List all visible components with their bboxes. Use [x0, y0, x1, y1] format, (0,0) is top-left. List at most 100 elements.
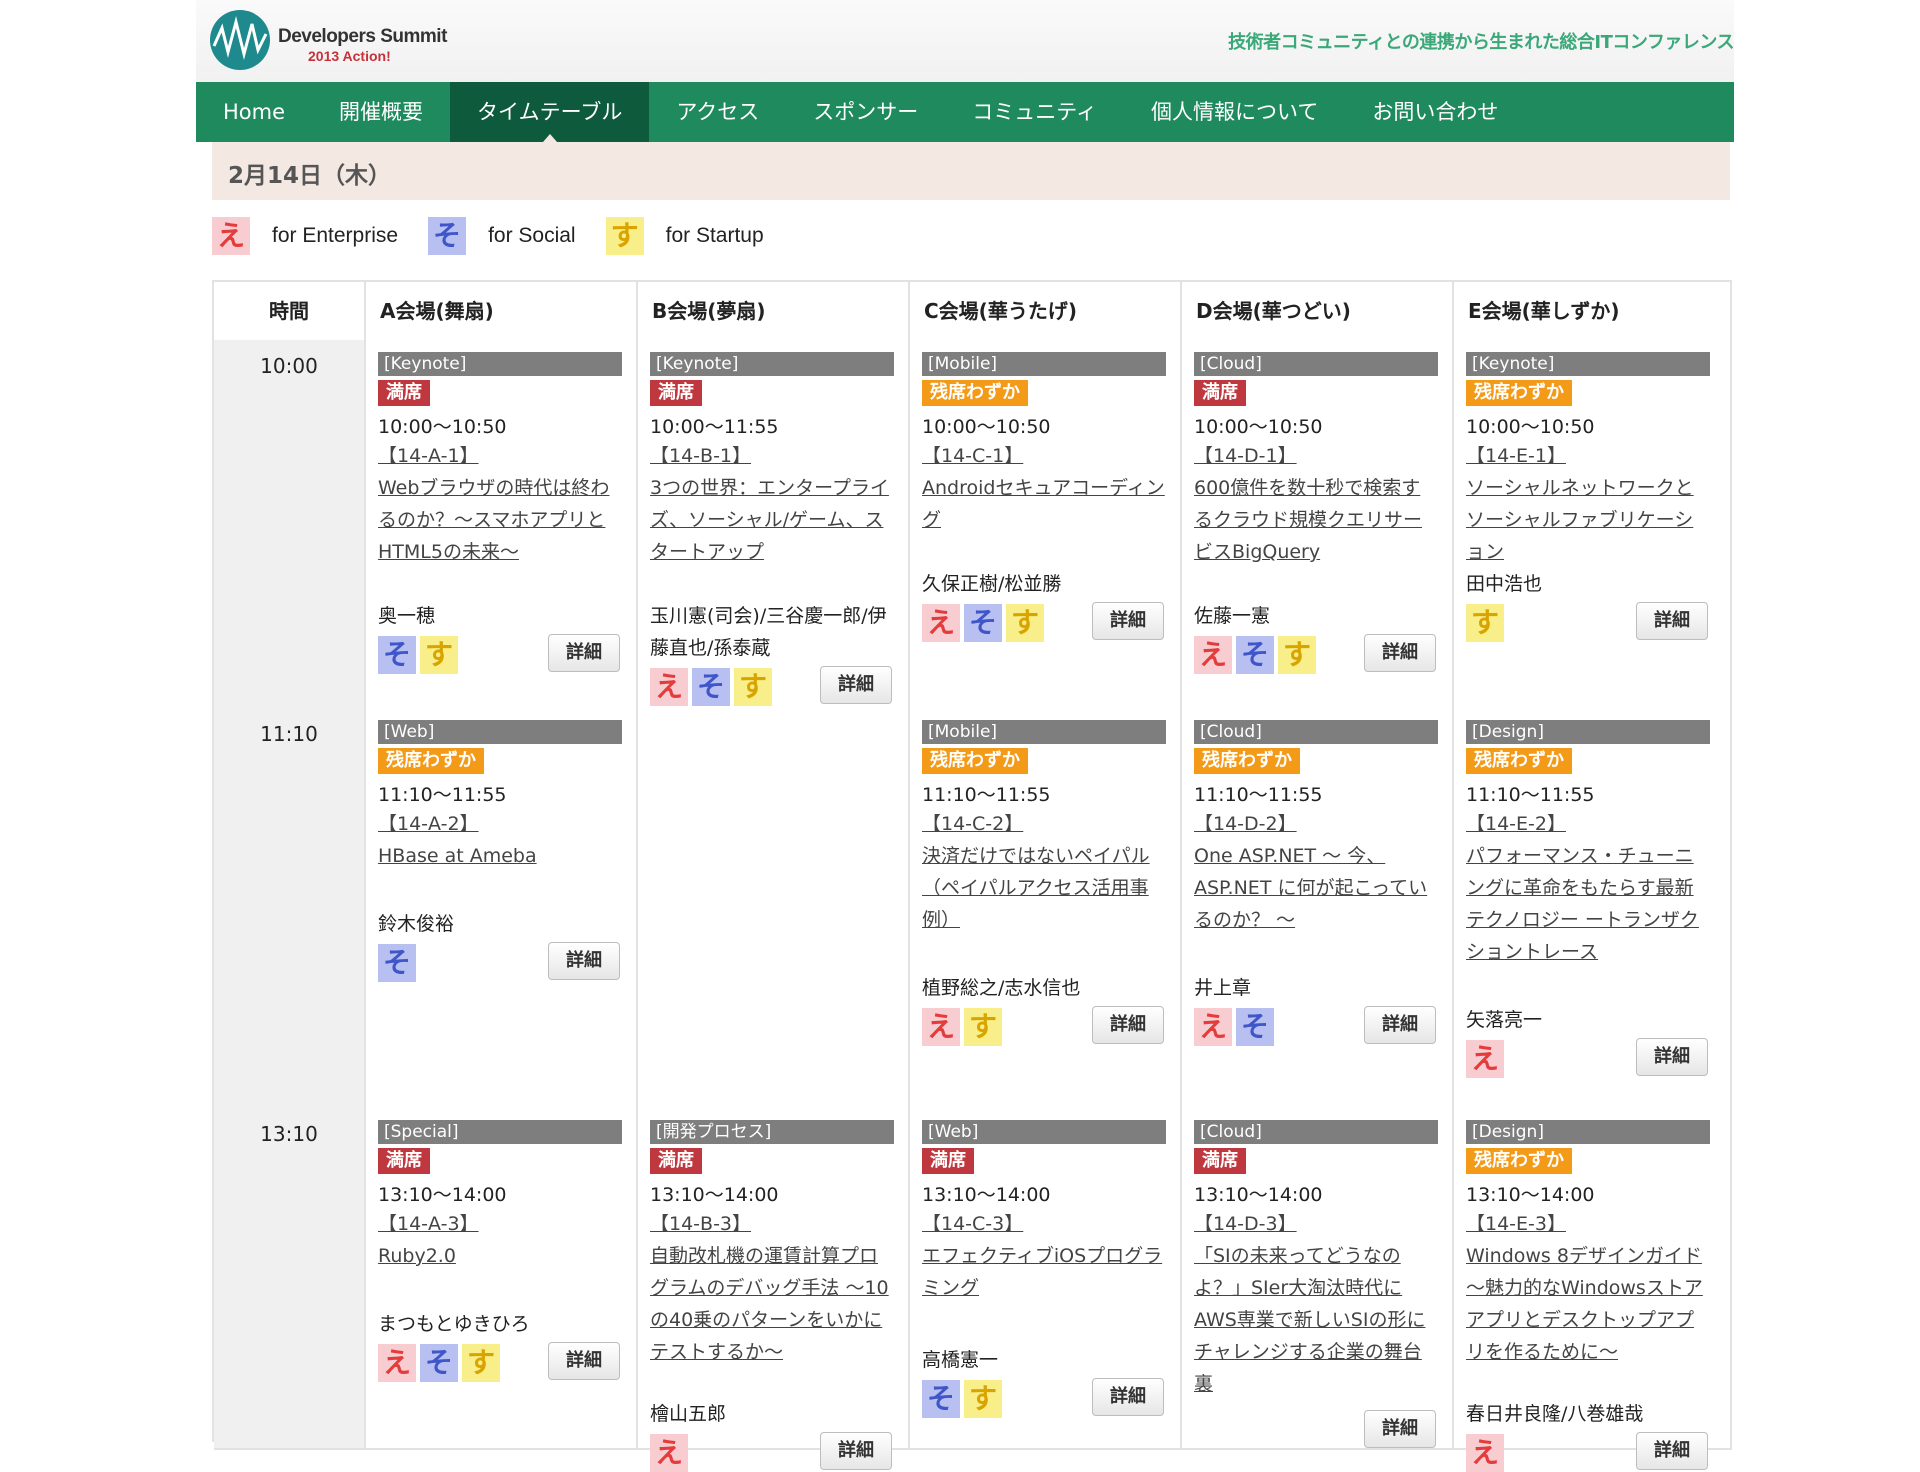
detail-button[interactable]: 詳細 — [1636, 602, 1708, 640]
few-seats-badge: 残席わずか — [1466, 380, 1572, 406]
nav-item-1[interactable]: Home — [196, 82, 312, 142]
session-title-link[interactable]: 自動改札機の運賃計算プログラムのデバッグ手法 〜10の40乗のパターンをいかにテ… — [650, 1240, 894, 1368]
speaker-name: 鈴木俊裕 — [378, 913, 455, 935]
track-label: [Design] — [1466, 720, 1710, 744]
nav-item-3[interactable]: タイムテーブル — [450, 82, 650, 142]
session-cell: [Web] 満席 13:10〜14:00 【14-C-3】 エフェクティブiOSプログラ… — [910, 1108, 1182, 1448]
session-title-link[interactable]: HBase at Ameba — [378, 840, 622, 872]
time-column-header: 時間 — [214, 282, 366, 340]
session-title-link[interactable]: Ruby2.0 — [378, 1240, 622, 1272]
speaker-name: 高橋憲一 — [922, 1349, 999, 1371]
social-tag-icon: そ — [378, 944, 416, 982]
session-time: 13:10〜14:00 — [922, 1184, 1051, 1206]
session-code: 【14-E-2】 — [1466, 813, 1566, 835]
startup-tag-icon: す — [420, 636, 458, 674]
nav-item-8[interactable]: お問い合わせ — [1345, 82, 1525, 142]
detail-button[interactable]: 詳細 — [1092, 602, 1164, 640]
session-cell — [638, 708, 910, 1108]
audience-tags: えそす 詳細 — [922, 602, 1166, 642]
session-title-link[interactable]: 3つの世界：エンタープライズ、ソーシャル/ゲーム、スタートアップ — [650, 472, 894, 568]
nav-item-4[interactable]: アクセス — [649, 82, 786, 142]
room-header-C: C会場(華うたげ) — [910, 282, 1182, 340]
session-cell: [Mobile] 残席わずか 11:10〜11:55 【14-C-2】 決済だけではない… — [910, 708, 1182, 1108]
startup-tag-icon: す — [1278, 636, 1316, 674]
logo-subtitle: 2013 Action! — [308, 48, 391, 64]
session-info: [Keynote] 満席 10:00〜10:50 【14-A-1】 Webブラウザの時代… — [378, 352, 622, 568]
speaker-name: 植野総之/志水信也 — [922, 977, 1081, 999]
detail-button[interactable]: 詳細 — [1364, 634, 1436, 672]
time-slot-label: 13:10 — [214, 1108, 366, 1448]
session-time: 10:00〜11:55 — [650, 416, 779, 438]
enterprise-tag-icon: え — [1194, 636, 1232, 674]
detail-button[interactable]: 詳細 — [1092, 1006, 1164, 1044]
session-code: 【14-C-2】 — [922, 813, 1024, 835]
detail-button[interactable]: 詳細 — [548, 634, 620, 672]
logo-wordmark[interactable]: Developers Summit 2013 Action! — [278, 26, 447, 64]
startup-tag-icon: す — [605, 217, 644, 255]
session-cell: [Cloud] 満席 10:00〜10:50 【14-D-1】 600億件を数十秒で検索… — [1182, 340, 1454, 708]
speaker-name: 久保正樹/松並勝 — [922, 573, 1062, 595]
room-header-B: B会場(夢扇) — [638, 282, 910, 340]
sold-out-badge: 満席 — [650, 1148, 702, 1174]
few-seats-badge: 残席わずか — [1466, 1148, 1572, 1174]
detail-button[interactable]: 詳細 — [1364, 1410, 1436, 1448]
time-slot-label: 10:00 — [214, 340, 366, 708]
startup-tag-icon: す — [734, 668, 772, 706]
sold-out-badge: 満席 — [1194, 1148, 1246, 1174]
session-info: [Mobile] 残席わずか 10:00〜10:50 【14-C-1】 Androidセ… — [922, 352, 1166, 536]
few-seats-badge: 残席わずか — [922, 748, 1028, 774]
enterprise-tag-icon: え — [1466, 1040, 1504, 1078]
logo-title: Developers Summit — [278, 26, 447, 47]
detail-button[interactable]: 詳細 — [1092, 1378, 1164, 1416]
speaker-name: 矢落亮一 — [1466, 1009, 1543, 1031]
session-info: [Keynote] 満席 10:00〜11:55 【14-B-1】 3つの世界：エンター… — [650, 352, 894, 568]
logo-icon[interactable] — [208, 8, 272, 72]
session-title-link[interactable]: Webブラウザの時代は終わるのか？〜スマホアプリとHTML5の未来〜 — [378, 472, 622, 568]
startup-tag-icon: す — [462, 1344, 500, 1382]
detail-button[interactable]: 詳細 — [548, 942, 620, 980]
audience-tags: えそす 詳細 — [378, 1342, 622, 1382]
enterprise-tag-icon: え — [650, 668, 688, 706]
session-code: 【14-E-1】 — [1466, 445, 1566, 467]
enterprise-tag-icon: え — [378, 1344, 416, 1382]
session-time: 13:10〜14:00 — [1466, 1184, 1595, 1206]
session-cell: [Keynote] 満席 10:00〜11:55 【14-B-1】 3つの世界：エンター… — [638, 340, 910, 708]
track-label: [Keynote] — [378, 352, 622, 376]
sold-out-badge: 満席 — [1194, 380, 1246, 406]
nav-item-2[interactable]: 開催概要 — [312, 82, 450, 142]
speaker-name: まつもとゆきひろ — [378, 1313, 530, 1335]
sold-out-badge: 満席 — [650, 380, 702, 406]
nav-item-5[interactable]: スポンサー — [786, 82, 945, 142]
detail-button[interactable]: 詳細 — [820, 1432, 892, 1470]
session-footer: 久保正樹/松並勝えそす 詳細 — [922, 568, 1166, 642]
session-title-link[interactable]: 決済だけではないペイパル（ペイパルアクセス活用事例） — [922, 840, 1166, 936]
social-tag-icon: そ — [692, 668, 730, 706]
session-title-link[interactable]: ソーシャルネットワークとソーシャルファブリケーション — [1466, 472, 1710, 568]
enterprise-tag-icon: え — [212, 217, 250, 255]
detail-button[interactable]: 詳細 — [1364, 1006, 1436, 1044]
session-title-link[interactable]: 「SIの未来ってどうなの よ？」SIer大淘汰時代にAWS専業で新しいSIの形に… — [1194, 1240, 1438, 1400]
session-cell: [Cloud] 満席 13:10〜14:00 【14-D-3】 「SIの未来ってどうなの… — [1182, 1108, 1454, 1448]
session-info: [Design] 残席わずか 13:10〜14:00 【14-E-3】 Windows … — [1466, 1120, 1710, 1368]
detail-button[interactable]: 詳細 — [1636, 1038, 1708, 1076]
session-title-link[interactable]: Windows 8デザインガイド 〜魅力的なWindowsストアアプリとデスクト… — [1466, 1240, 1710, 1368]
detail-button[interactable]: 詳細 — [548, 1342, 620, 1380]
nav-item-6[interactable]: コミュニティ — [945, 82, 1124, 142]
session-title-link[interactable]: Androidセキュアコーディング — [922, 472, 1166, 536]
session-title-link[interactable]: One ASP.NET 〜 今、ASP.NET に何が起こっているのか？ 〜 — [1194, 840, 1438, 936]
startup-tag-icon: す — [1006, 604, 1044, 642]
session-title-link[interactable]: パフォーマンス・チューニングに革命をもたらす最新テクノロジー ートランザクション… — [1466, 840, 1710, 968]
session-title-link[interactable]: 600億件を数十秒で検索するクラウド規模クエリサービスBigQuery — [1194, 472, 1438, 568]
session-code: 【14-B-3】 — [650, 1213, 752, 1235]
session-cell: [Keynote] 満席 10:00〜10:50 【14-A-1】 Webブラウザの時代… — [366, 340, 638, 708]
timetable-row: 11:10 [Web] 残席わずか 11:10〜11:55 【14-A-2】 HBase … — [214, 708, 1732, 1110]
page: Developers Summit 2013 Action! 技術者コミュニティ… — [196, 0, 1734, 1472]
speaker-name: 春日井良隆/八巻雄哉 — [1466, 1403, 1644, 1425]
track-label: [Keynote] — [650, 352, 894, 376]
session-code: 【14-A-3】 — [378, 1213, 479, 1235]
header-tagline: 技術者コミュニティとの連携から生まれた総合ITコンファレンス — [1228, 32, 1734, 53]
detail-button[interactable]: 詳細 — [1636, 1432, 1708, 1470]
session-title-link[interactable]: エフェクティブiOSプログラミング — [922, 1240, 1166, 1304]
nav-item-7[interactable]: 個人情報について — [1124, 82, 1345, 142]
detail-button[interactable]: 詳細 — [820, 666, 892, 704]
